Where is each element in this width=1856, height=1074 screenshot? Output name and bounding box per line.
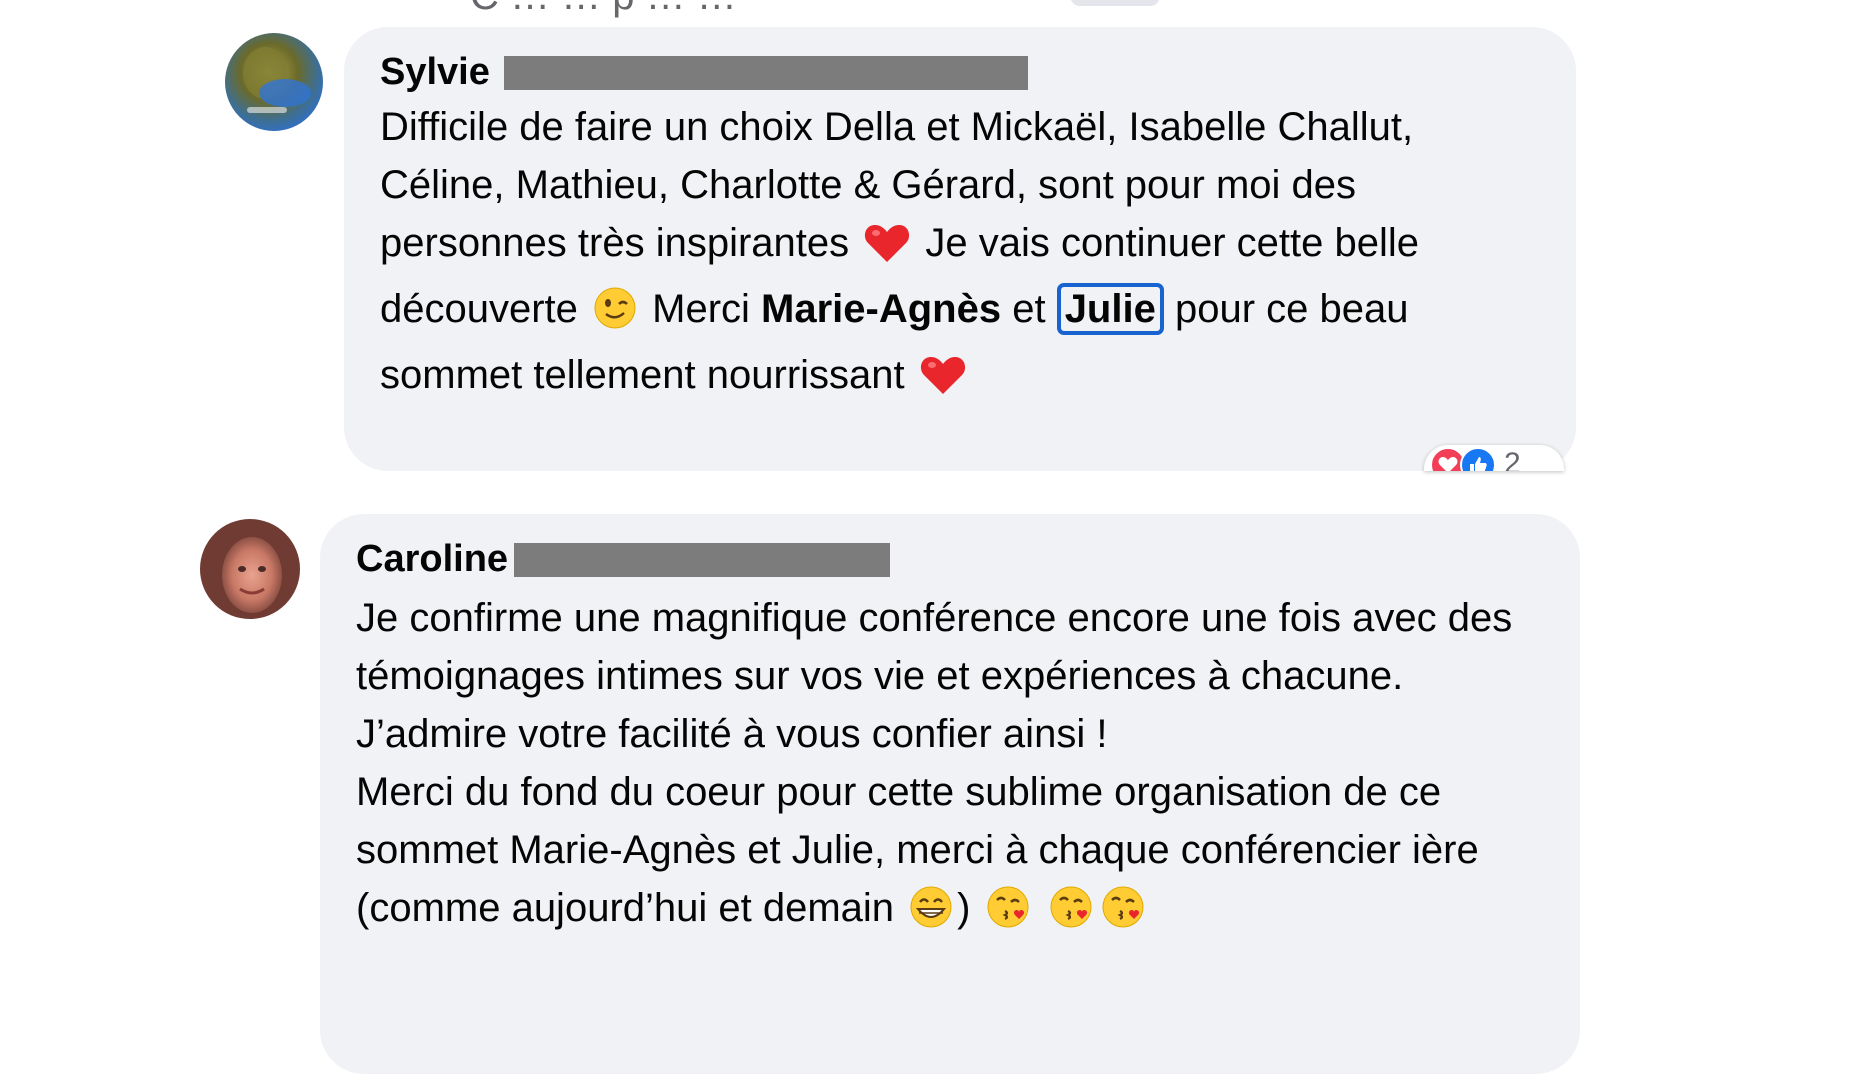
face-blowing-kiss-icon (1101, 885, 1145, 945)
red-heart-icon (864, 222, 910, 280)
comment-bubble-caroline: Caroline Je confirme une magnifique conf… (320, 514, 1580, 1074)
previous-comment-fragment: C … … p … … (470, 0, 737, 19)
avatar-caroline[interactable] (200, 519, 300, 619)
author-row: Sylvie (380, 51, 1538, 94)
winking-face-icon (593, 286, 637, 346)
comment-paragraph: Merci du fond du coeur pour cette sublim… (356, 763, 1550, 945)
face-blowing-kiss-icon (986, 885, 1030, 945)
comment-text: Je confirme une magnifique conférence en… (356, 589, 1550, 945)
reaction-summary[interactable]: 2 (1424, 445, 1564, 471)
face-blowing-kiss-icon (1049, 885, 1093, 945)
redacted-surname (503, 55, 1028, 90)
author-row: Caroline (356, 538, 1550, 581)
author-name[interactable]: Sylvie (380, 51, 490, 94)
mention-link[interactable]: Marie-Agnès (761, 287, 1001, 331)
redacted-surname (514, 542, 891, 577)
red-heart-icon (920, 354, 966, 412)
like-icon (1460, 447, 1496, 471)
grinning-face-icon (909, 885, 953, 945)
previous-comment-reaction-fragment (1070, 0, 1160, 6)
comment-text: Difficile de faire un choix Della et Mic… (380, 98, 1538, 412)
reaction-count: 2 (1504, 447, 1521, 471)
mention-link-focused[interactable]: Julie (1056, 283, 1164, 335)
avatar-sylvie[interactable] (225, 33, 323, 131)
author-name[interactable]: Caroline (356, 538, 508, 581)
comment-paragraph: Je confirme une magnifique conférence en… (356, 596, 1513, 756)
comment-bubble-sylvie: Sylvie Difficile de faire un choix Della… (344, 27, 1576, 471)
